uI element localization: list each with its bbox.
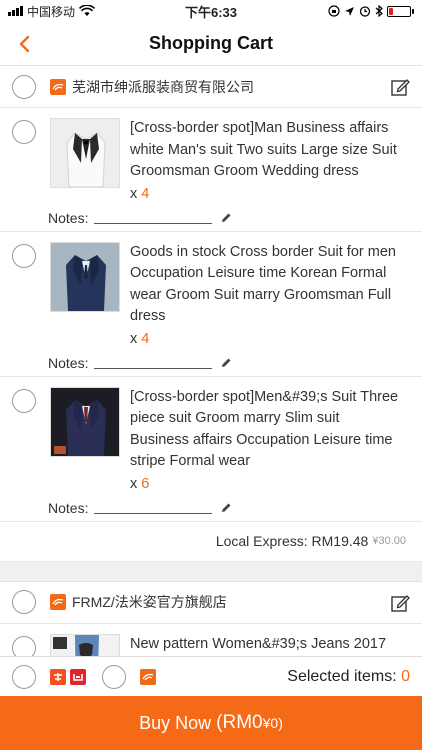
shop-select-radio[interactable]	[12, 74, 36, 99]
product-title[interactable]: Goods in stock Cross border Suit for men…	[130, 242, 400, 328]
shop-name: 芜湖市绅派服装商贸有限公司	[72, 78, 254, 95]
shipping-label: Local Express: RM19.48	[215, 533, 369, 549]
location-icon	[345, 6, 354, 16]
notes-field[interactable]	[94, 357, 213, 369]
notes-field[interactable]	[94, 212, 213, 224]
edit-icon[interactable]	[390, 593, 410, 613]
shop-logo-icon	[50, 594, 66, 610]
buy-now-label: Buy Now	[139, 712, 212, 733]
alibaba-icon	[140, 668, 156, 685]
notes-label: Notes:	[48, 499, 89, 516]
cart-item: Goods in stock Cross border Suit for men…	[0, 232, 422, 377]
section-divider	[0, 561, 422, 582]
product-image[interactable]	[50, 118, 120, 188]
rotation-lock-icon	[328, 5, 340, 17]
buy-now-button[interactable]: Buy Now (RM0 ¥0)	[0, 696, 422, 750]
battery-icon	[387, 5, 414, 17]
back-button[interactable]	[14, 32, 34, 56]
pencil-icon[interactable]	[220, 502, 232, 514]
taobao-icon	[50, 668, 66, 685]
cart-item: New pattern Women&#39;s Jeans 2017 Autum…	[0, 624, 422, 657]
status-bar: 中国移动 下午6:33	[0, 0, 422, 22]
notes-row[interactable]: Notes:	[12, 350, 410, 376]
product-quantity: x 4	[130, 330, 150, 347]
shop-name: FRMZ/法米姿官方旗舰店	[72, 594, 227, 610]
product-title[interactable]: New pattern Women&#39;s Jeans 2017 Autum…	[130, 634, 400, 657]
cart-item: [Cross-border spot]Man Business affairs …	[0, 108, 422, 232]
cart-list[interactable]: 芜湖市绅派服装商贸有限公司 [Cross-border spot]Man Bus…	[0, 66, 422, 656]
status-left: 中国移动	[8, 3, 96, 20]
item-select-radio[interactable]	[12, 120, 36, 144]
product-image[interactable]	[50, 241, 120, 312]
pencil-icon[interactable]	[220, 357, 232, 369]
shop-logo-icon	[50, 78, 66, 95]
carrier-label: 中国移动	[27, 4, 76, 19]
tmall-icon	[70, 668, 86, 685]
notes-field[interactable]	[94, 502, 213, 514]
shop-select-radio[interactable]	[12, 590, 36, 614]
notes-row[interactable]: Notes:	[12, 495, 410, 521]
notes-label: Notes:	[48, 354, 89, 371]
notes-label: Notes:	[48, 209, 89, 226]
product-image[interactable]	[50, 633, 120, 656]
nav-bar: Shopping Cart	[0, 22, 422, 66]
selected-items-count: Selected items: 0	[287, 667, 410, 685]
selection-bar: Selected items: 0	[0, 656, 422, 696]
product-title[interactable]: [Cross-border spot]Men&#39;s Suit Three …	[130, 387, 400, 473]
product-image[interactable]	[50, 386, 120, 457]
pencil-icon[interactable]	[220, 212, 232, 224]
edit-icon[interactable]	[390, 77, 410, 97]
notes-row[interactable]: Notes:	[12, 205, 410, 231]
select-all-taobao-radio[interactable]	[12, 664, 36, 689]
signal-icon	[8, 6, 23, 16]
product-quantity: x 4	[130, 185, 150, 202]
item-select-radio[interactable]	[12, 243, 36, 268]
item-select-radio[interactable]	[12, 635, 36, 656]
shop-header: 芜湖市绅派服装商贸有限公司	[0, 66, 422, 108]
cart-item: [Cross-border spot]Men&#39;s Suit Three …	[0, 377, 422, 522]
shipping-original-price: ¥30.00	[372, 535, 406, 547]
select-all-1688-radio[interactable]	[102, 664, 126, 689]
shipping-row: Local Express: RM19.48 ¥30.00	[0, 522, 422, 562]
product-quantity: x 6	[130, 475, 150, 492]
item-select-radio[interactable]	[12, 388, 36, 413]
bluetooth-icon	[375, 5, 383, 17]
product-title[interactable]: [Cross-border spot]Man Business affairs …	[130, 118, 400, 183]
buy-total-rm: (RM0	[216, 712, 263, 733]
status-right	[328, 5, 414, 17]
wifi-icon	[79, 5, 96, 16]
shop-header: FRMZ/法米姿官方旗舰店	[0, 582, 422, 624]
page-title: Shopping Cart	[149, 33, 273, 53]
chevron-left-icon	[19, 35, 30, 53]
alarm-icon	[359, 6, 371, 17]
buy-total-yen: ¥0)	[262, 715, 283, 731]
